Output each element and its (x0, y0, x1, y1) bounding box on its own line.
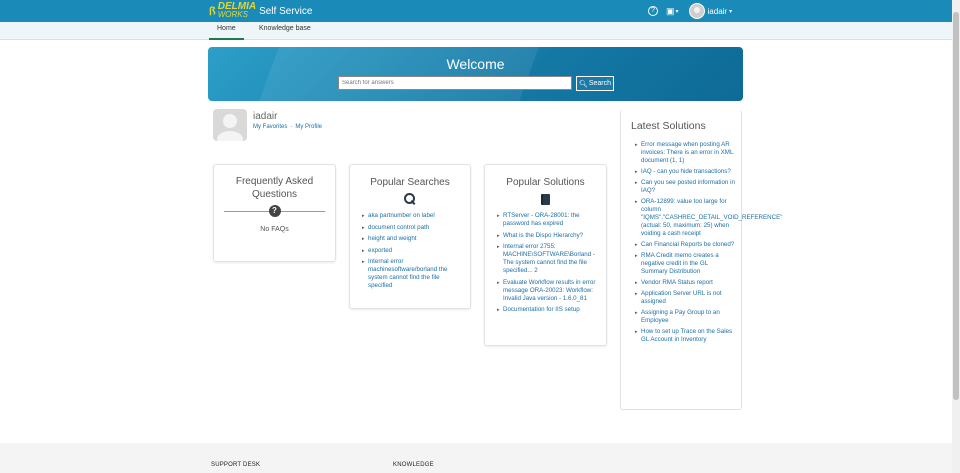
list-item[interactable]: What is the Dispo Hierarchy? (497, 232, 598, 240)
tab-knowledge-base[interactable]: Knowledge base (251, 25, 319, 40)
list-item[interactable]: Documentation for IIS setup (497, 306, 598, 314)
my-favorites-link[interactable]: My Favorites (253, 124, 287, 130)
logo-wordmark: DELMIA WORKS (217, 2, 256, 19)
settings-icon[interactable]: ▣ (666, 6, 675, 17)
list-item[interactable]: exported (362, 247, 462, 255)
profile-links: My Favorites - My Profile (253, 124, 322, 130)
brand-logo[interactable]: ꟗ DELMIA WORKS Self Service (209, 1, 312, 21)
popular-searches-list: aka partnumber on label document control… (362, 212, 462, 290)
tab-bar: Home Knowledge base (0, 22, 952, 40)
profile-avatar (213, 109, 247, 141)
faq-divider: ? (224, 204, 325, 218)
popular-solutions-title: Popular Solutions (506, 177, 585, 188)
footer: SUPPORT DESK KNOWLEDGE (0, 443, 952, 473)
scrollbar-thumb[interactable] (953, 12, 959, 400)
search-button[interactable]: 🔍︎ Search (576, 76, 614, 91)
welcome-banner: Welcome 🔍︎ Search (208, 47, 743, 101)
question-icon: ? (268, 205, 281, 217)
user-menu-name[interactable]: iadair (708, 7, 728, 16)
tab-home[interactable]: Home (209, 25, 244, 40)
list-item[interactable]: Application Server URL is not assigned (635, 290, 735, 306)
search-input[interactable] (338, 76, 572, 90)
list-item[interactable]: Evaluate Workflow results in error messa… (497, 279, 598, 303)
user-profile-summary: iadair My Favorites - My Profile (213, 109, 413, 143)
list-item[interactable]: document control path (362, 224, 462, 232)
book-icon (541, 194, 550, 205)
list-item[interactable]: Error message when posting AR invoices: … (635, 141, 735, 165)
list-item[interactable]: IAQ - can you hide transactions? (635, 168, 735, 176)
welcome-title: Welcome (446, 56, 505, 72)
faq-card: Frequently Asked Questions ? No FAQs (213, 164, 336, 262)
list-item[interactable]: Vendor RMA Status report (635, 279, 735, 287)
latest-solutions-panel: Latest Solutions Error message when post… (620, 110, 782, 410)
list-item[interactable]: Can you see posted information in IAQ? (635, 179, 735, 195)
faq-title: Frequently Asked Questions (235, 176, 314, 200)
list-item[interactable]: RMA Credit memo creates a negative credi… (635, 252, 735, 276)
latest-solutions-title: Latest Solutions (631, 120, 706, 132)
navbar-right: ? ▣ ▾ iadair ▾ (648, 1, 742, 21)
search-button-label: Search (588, 80, 612, 87)
list-item[interactable]: Internal error 2755: MACHINE\SOFTWARE\Bo… (497, 243, 598, 275)
popular-searches-card: Popular Searches aka partnumber on label… (349, 164, 471, 309)
popular-searches-title: Popular Searches (370, 177, 450, 188)
list-item[interactable]: Can Financial Reports be cloned? (635, 241, 735, 249)
avatar[interactable] (688, 3, 705, 19)
list-item[interactable]: ORA-12899: value too large for column "I… (635, 198, 782, 238)
magnifier-icon (404, 193, 416, 205)
faq-empty-message: No FAQs (260, 226, 289, 233)
app-name: Self Service (259, 5, 313, 17)
popular-solutions-list: RTServer - ORA-28001: the password has e… (497, 212, 598, 314)
chevron-down-icon[interactable]: ▾ (676, 8, 679, 15)
latest-solutions-list: Error message when posting AR invoices: … (635, 141, 782, 344)
search-icon: 🔍︎ (578, 80, 588, 88)
list-item[interactable]: How to set up Trace on the Sales GL Acco… (635, 328, 735, 344)
profile-name: iadair (253, 111, 278, 122)
user-menu-chevron-icon[interactable]: ▾ (729, 8, 732, 15)
top-navbar: ꟗ DELMIA WORKS Self Service ? ▣ ▾ iadair… (0, 0, 952, 22)
my-profile-link[interactable]: My Profile (295, 124, 322, 130)
list-item[interactable]: Internal error machinesoftware/borland t… (362, 258, 462, 290)
help-icon[interactable]: ? (648, 6, 658, 16)
popular-solutions-card: Popular Solutions RTServer - ORA-28001: … (484, 164, 607, 346)
list-item[interactable]: height and weight (362, 235, 462, 243)
link-separator: - (290, 124, 293, 130)
logo-bottom-text: WORKS (217, 10, 248, 19)
list-item[interactable]: aka partnumber on label (362, 212, 462, 220)
list-item[interactable]: RTServer - ORA-28001: the password has e… (497, 212, 598, 228)
list-item[interactable]: Assigning a Pay Group to an Employee (635, 309, 735, 325)
delmia-logo-icon: ꟗ (209, 5, 216, 18)
footer-support-desk-heading: SUPPORT DESK (211, 462, 261, 468)
footer-knowledge-heading: KNOWLEDGE (393, 462, 434, 468)
